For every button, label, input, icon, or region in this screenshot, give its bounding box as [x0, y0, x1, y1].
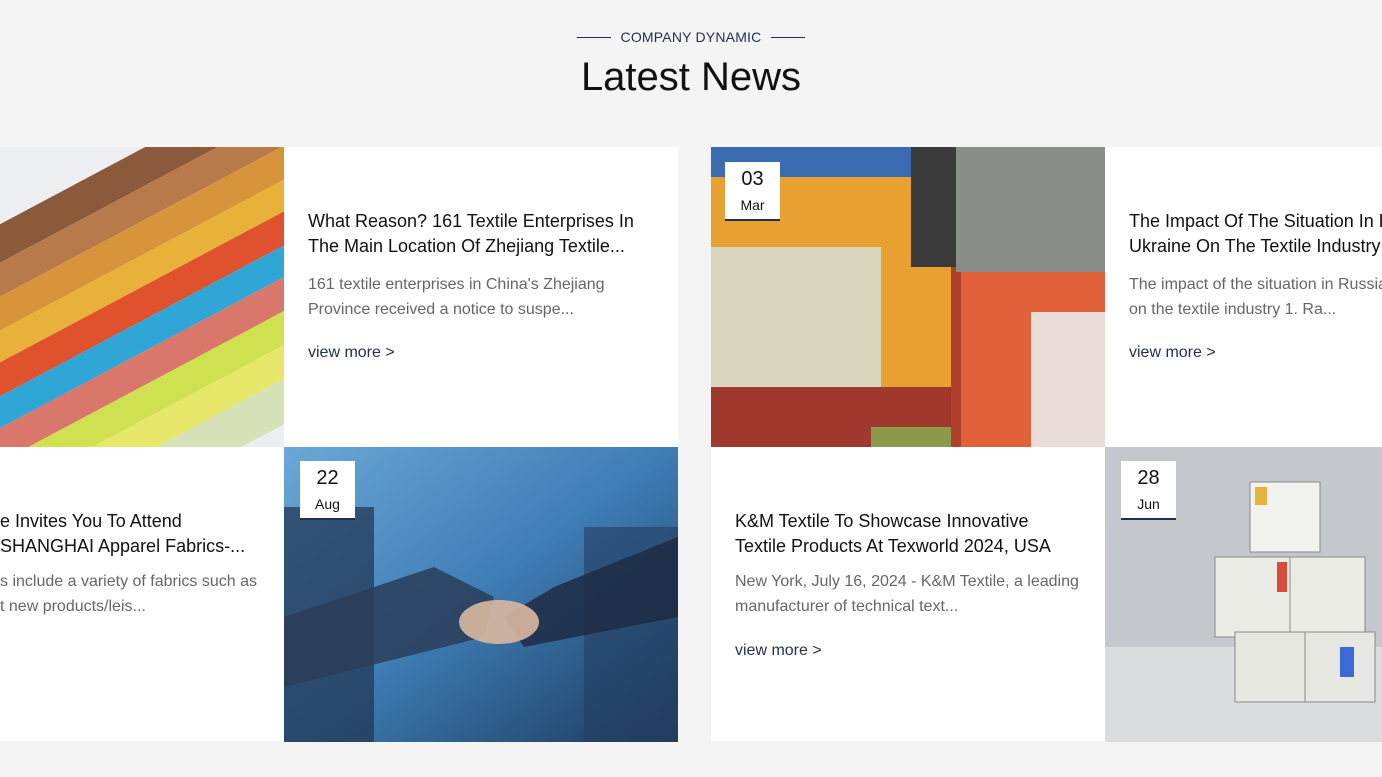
- colorful-fabric-rolls-image[interactable]: [0, 147, 284, 447]
- news-excerpt-3-line2: t new products/leis...: [0, 598, 146, 615]
- news-title-2[interactable]: The Impact Of The Situation In Russia An…: [1129, 209, 1382, 259]
- date-badge-3: 22 Aug: [300, 461, 355, 520]
- eyebrow-line-left: [576, 36, 611, 38]
- date-month: Aug: [315, 496, 340, 512]
- date-day: 28: [1137, 467, 1160, 489]
- news-card-1: What Reason? 161 Textile Enterprises In …: [284, 147, 678, 447]
- fabric-swatches-image[interactable]: 03 Mar: [711, 147, 1105, 447]
- business-handshake-image[interactable]: 22 Aug: [284, 447, 678, 742]
- news-title-3-line1[interactable]: e Invites You To Attend: [0, 509, 182, 534]
- news-title-3-line2[interactable]: SHANGHAI Apparel Fabrics-...: [0, 534, 245, 559]
- date-month: Jun: [1137, 496, 1160, 512]
- news-card-4: K&M Textile To Showcase Innovative Texti…: [711, 447, 1105, 741]
- news-title-4[interactable]: K&M Textile To Showcase Innovative Texti…: [735, 509, 1075, 559]
- date-month: Mar: [740, 197, 765, 213]
- news-excerpt-3-line1: s include a variety of fabrics such as: [0, 573, 258, 590]
- date-badge-2: 03 Mar: [725, 162, 780, 221]
- news-excerpt-4: New York, July 16, 2024 - K&M Textile, a…: [735, 573, 1079, 615]
- news-cubes-image[interactable]: 28 Jun: [1105, 447, 1382, 742]
- section-eyebrow: COMPANY DYNAMIC: [0, 29, 1382, 45]
- eyebrow-line-right: [771, 36, 806, 38]
- view-more-link-2[interactable]: view more >: [1129, 344, 1216, 362]
- date-badge-4: 28 Jun: [1121, 461, 1176, 520]
- date-day: 22: [316, 467, 339, 489]
- news-excerpt-2: The impact of the situation in Russia an…: [1129, 276, 1382, 318]
- section-title: Latest News: [580, 55, 802, 99]
- news-card-3: e Invites You To Attend SHANGHAI Apparel…: [0, 447, 284, 741]
- news-title-1[interactable]: What Reason? 161 Textile Enterprises In …: [308, 209, 658, 259]
- date-day: 03: [741, 168, 764, 190]
- view-more-link-1[interactable]: view more >: [308, 344, 395, 362]
- news-excerpt-1: 161 textile enterprises in China's Zheji…: [308, 276, 605, 318]
- news-card-2: The Impact Of The Situation In Russia An…: [1105, 147, 1382, 447]
- view-more-link-4[interactable]: view more >: [735, 642, 822, 660]
- eyebrow-text: COMPANY DYNAMIC: [620, 29, 762, 45]
